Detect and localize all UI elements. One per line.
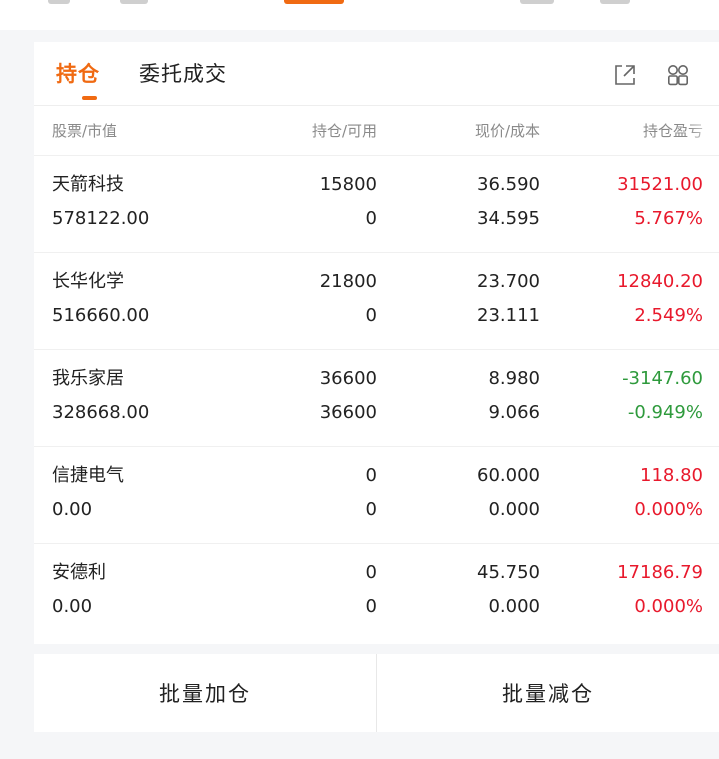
header-position-available[interactable]: 持仓/可用	[312, 120, 377, 141]
market-value: 578122.00	[52, 208, 150, 229]
stock-name: 我乐家居	[52, 368, 124, 389]
stock-name: 信捷电气	[52, 465, 124, 486]
pnl-percent: 0.000%	[634, 596, 703, 617]
table-header: 股票/市值 持仓/可用 现价/成本 持仓盈亏	[34, 106, 719, 156]
table-row[interactable]: 信捷电气 0.00 0 0 60.000 0.000 118.80 0.000%	[34, 447, 719, 544]
pnl-amount: 12840.20	[617, 271, 703, 292]
current-price: 8.980	[488, 368, 540, 389]
position-qty: 0	[365, 562, 377, 583]
stock-name: 天箭科技	[52, 174, 124, 195]
positions-card: 持仓 委托成交 股票/市值 持仓/可用 现价/成本 持仓盈亏 天箭科技 5781…	[34, 42, 719, 644]
available-qty: 0	[365, 596, 377, 617]
pnl-amount: 31521.00	[617, 174, 703, 195]
current-price: 23.700	[477, 271, 540, 292]
batch-actions-bar: 批量加仓 批量减仓	[34, 654, 719, 732]
cost-price: 34.595	[477, 208, 540, 229]
table-row[interactable]: 长华化学 516660.00 21800 0 23.700 23.111 128…	[34, 253, 719, 350]
available-qty: 0	[365, 499, 377, 520]
pnl-percent: 5.767%	[634, 208, 703, 229]
pnl-percent: 0.000%	[634, 499, 703, 520]
available-qty: 0	[365, 305, 377, 326]
pnl-amount: -3147.60	[622, 368, 703, 389]
tab-holdings[interactable]: 持仓	[56, 60, 100, 88]
current-price: 45.750	[477, 562, 540, 583]
cost-price: 9.066	[488, 402, 540, 423]
cost-price: 23.111	[477, 305, 540, 326]
header-fade	[689, 106, 719, 155]
current-price: 60.000	[477, 465, 540, 486]
cropped-top-fragment	[120, 0, 148, 4]
cropped-top-fragment	[520, 0, 554, 4]
available-qty: 0	[365, 208, 377, 229]
pnl-amount: 17186.79	[617, 562, 703, 583]
pnl-amount: 118.80	[640, 465, 703, 486]
position-qty: 0	[365, 465, 377, 486]
available-qty: 36600	[319, 402, 377, 423]
current-price: 36.590	[477, 174, 540, 195]
position-qty: 36600	[319, 368, 377, 389]
grid-icon[interactable]	[665, 62, 691, 88]
table-row[interactable]: 天箭科技 578122.00 15800 0 36.590 34.595 315…	[34, 156, 719, 253]
stock-name: 长华化学	[52, 271, 124, 292]
cropped-top-fragment	[284, 0, 344, 4]
table-row[interactable]: 安德利 0.00 0 0 45.750 0.000 17186.79 0.000…	[34, 544, 719, 644]
batch-add-button[interactable]: 批量加仓	[34, 654, 376, 732]
positions-list: 天箭科技 578122.00 15800 0 36.590 34.595 315…	[34, 156, 719, 644]
market-value: 0.00	[52, 596, 93, 617]
batch-reduce-button[interactable]: 批量减仓	[377, 654, 719, 732]
stock-name: 安德利	[52, 562, 106, 583]
tab-orders-trades[interactable]: 委托成交	[139, 60, 227, 88]
cropped-top-fragment	[48, 0, 70, 4]
top-strip	[0, 0, 719, 30]
header-price-cost[interactable]: 现价/成本	[475, 120, 540, 141]
tab-bar: 持仓 委托成交	[34, 42, 719, 106]
pnl-percent: 2.549%	[634, 305, 703, 326]
cost-price: 0.000	[488, 596, 540, 617]
market-value: 516660.00	[52, 305, 150, 326]
position-qty: 15800	[319, 174, 377, 195]
pnl-percent: -0.949%	[627, 402, 703, 423]
share-icon[interactable]	[612, 62, 638, 88]
active-tab-indicator	[82, 96, 97, 100]
market-value: 0.00	[52, 499, 93, 520]
table-row[interactable]: 我乐家居 328668.00 36600 36600 8.980 9.066 -…	[34, 350, 719, 447]
position-qty: 21800	[319, 271, 377, 292]
cost-price: 0.000	[488, 499, 540, 520]
header-stock-value: 股票/市值	[52, 122, 118, 140]
cropped-top-fragment	[600, 0, 630, 4]
market-value: 328668.00	[52, 402, 150, 423]
